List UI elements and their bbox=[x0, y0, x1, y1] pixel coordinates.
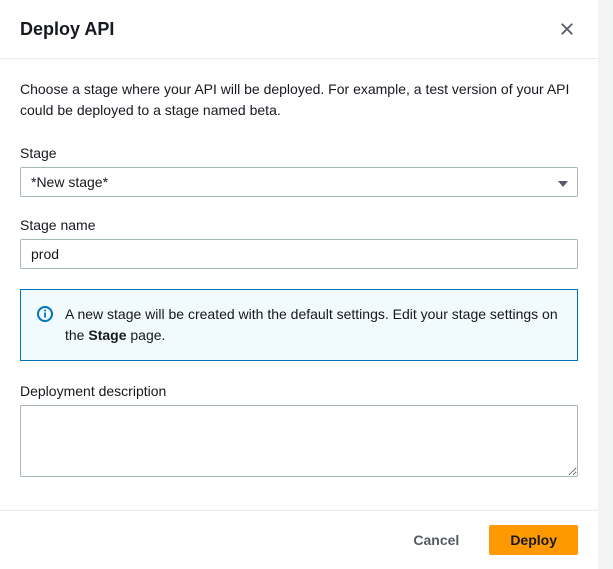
info-icon bbox=[37, 306, 53, 325]
deployment-description-label: Deployment description bbox=[20, 383, 578, 399]
deployment-description-textarea[interactable] bbox=[20, 405, 578, 477]
info-alert: A new stage will be created with the def… bbox=[20, 289, 578, 361]
stage-select[interactable] bbox=[20, 167, 578, 197]
modal-description: Choose a stage where your API will be de… bbox=[20, 79, 578, 121]
modal-body: Choose a stage where your API will be de… bbox=[0, 59, 598, 510]
modal-header: Deploy API bbox=[0, 0, 598, 59]
background-page-sliver bbox=[598, 0, 613, 569]
stage-field-group: Stage bbox=[20, 145, 578, 197]
stage-label: Stage bbox=[20, 145, 578, 161]
info-text-post: page. bbox=[126, 327, 165, 343]
deploy-api-modal: Deploy API Choose a stage where your API… bbox=[0, 0, 598, 569]
deploy-button[interactable]: Deploy bbox=[489, 525, 578, 555]
modal-title: Deploy API bbox=[20, 19, 114, 40]
modal-footer: Cancel Deploy bbox=[0, 510, 598, 569]
info-text: A new stage will be created with the def… bbox=[65, 304, 561, 346]
info-text-strong: Stage bbox=[88, 327, 126, 343]
stage-name-field-group: Stage name bbox=[20, 217, 578, 269]
close-button[interactable] bbox=[556, 18, 578, 40]
stage-name-input[interactable] bbox=[20, 239, 578, 269]
cancel-button[interactable]: Cancel bbox=[393, 525, 479, 555]
stage-select-wrapper bbox=[20, 167, 578, 197]
close-icon bbox=[560, 22, 574, 36]
deployment-description-field-group: Deployment description bbox=[20, 383, 578, 480]
stage-name-label: Stage name bbox=[20, 217, 578, 233]
